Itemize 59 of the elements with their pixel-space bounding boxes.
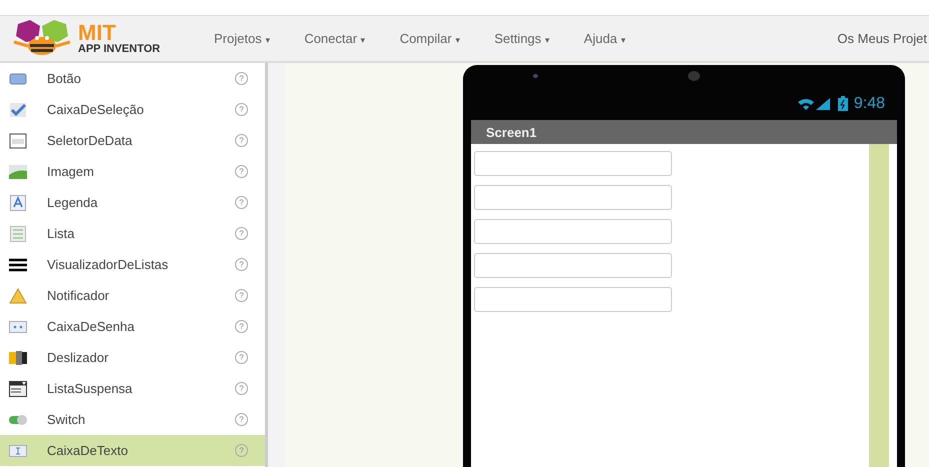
palette-item[interactable]: CaixaDeTexto ?	[0, 435, 265, 466]
palette-item[interactable]: Legenda ?	[0, 187, 265, 218]
slider-icon	[9, 350, 27, 364]
palette-item[interactable]: Lista ?	[0, 218, 265, 249]
help-icon[interactable]: ?	[235, 103, 248, 116]
menu-dropdown[interactable]: Settings ▾	[482, 27, 562, 50]
help-icon[interactable]: ?	[235, 320, 248, 333]
help-icon[interactable]: ?	[235, 413, 248, 426]
help-icon[interactable]: ?	[235, 444, 248, 457]
text-box[interactable]	[474, 287, 672, 312]
text-field-icon	[9, 444, 27, 456]
logo-title: MIT	[78, 22, 116, 44]
lines-icon	[9, 258, 27, 272]
text-box[interactable]	[474, 253, 672, 278]
menu-dropdown[interactable]: Projetos ▾	[202, 27, 282, 50]
help-icon[interactable]: ?	[235, 382, 248, 395]
text-box[interactable]	[474, 185, 672, 210]
letter-a-icon	[10, 194, 26, 210]
palette-item[interactable]: CaixaDeSenha ?	[0, 311, 265, 342]
screen-title: Screen1	[486, 124, 537, 140]
palette-item[interactable]: SeletorDeData ?	[0, 125, 265, 156]
help-icon[interactable]: ?	[235, 258, 248, 271]
image-icon	[9, 164, 27, 178]
panel-splitter[interactable]	[265, 63, 285, 467]
button-component-icon	[9, 72, 27, 86]
text-box[interactable]	[474, 151, 672, 176]
status-time: 9:48	[854, 94, 885, 112]
toggle-switch-icon	[9, 414, 27, 424]
calendar-icon	[9, 132, 27, 148]
list-icon	[10, 226, 26, 242]
palette-item[interactable]: CaixaDeSeleção ?	[0, 94, 265, 125]
camera-icon	[533, 74, 538, 78]
palette-item[interactable]: ListaSuspensa ?	[0, 373, 265, 404]
warning-icon	[9, 288, 27, 304]
wifi-signal-icon	[796, 96, 832, 110]
help-icon[interactable]: ?	[235, 196, 248, 209]
battery-icon	[838, 96, 848, 111]
palette-item[interactable]: VisualizadorDeListas ?	[0, 249, 265, 280]
palette-item[interactable]: Imagem ?	[0, 156, 265, 187]
help-icon[interactable]: ?	[235, 134, 248, 147]
palette-item[interactable]: Botão ?	[0, 63, 265, 94]
help-icon[interactable]: ?	[235, 351, 248, 364]
help-icon[interactable]: ?	[235, 72, 248, 85]
palette-item[interactable]: Switch ?	[0, 404, 265, 435]
palette-item[interactable]: Deslizador ?	[0, 342, 265, 373]
help-icon[interactable]: ?	[235, 227, 248, 240]
palette-item[interactable]: Notificador ?	[0, 280, 265, 311]
menu-dropdown[interactable]: Conectar ▾	[292, 27, 378, 50]
text-box[interactable]	[474, 219, 672, 244]
help-icon[interactable]: ?	[235, 289, 248, 302]
help-icon[interactable]: ?	[235, 165, 248, 178]
speaker-icon	[688, 71, 700, 81]
password-field-icon	[9, 320, 27, 332]
dropdown-list-icon	[9, 380, 27, 396]
menu-dropdown[interactable]: Compilar ▾	[388, 27, 472, 50]
menu-dropdown[interactable]: Ajuda ▾	[572, 27, 638, 50]
logo-subtitle: APP INVENTOR	[78, 44, 160, 55]
checkbox-component-icon	[9, 102, 27, 118]
my-projects-link[interactable]: Os Meus Projet	[837, 31, 929, 46]
